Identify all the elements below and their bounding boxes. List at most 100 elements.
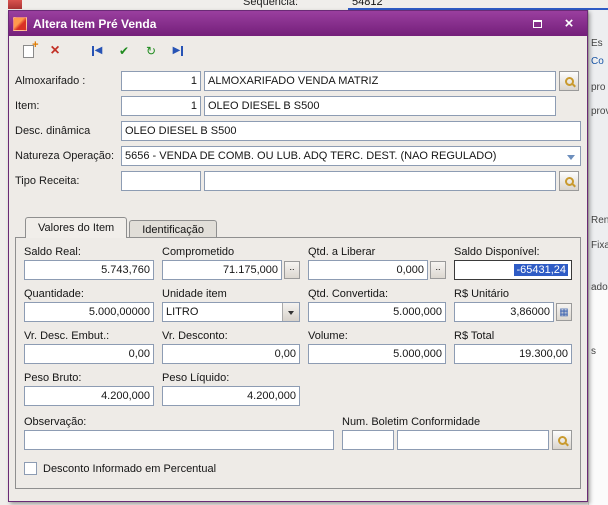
natureza-operacao-select[interactable]: 5656 - VENDA DE COMB. OU LUB. ADQ TERC. …	[121, 146, 581, 166]
desconto-percentual-checkbox[interactable]	[24, 462, 37, 475]
maximize-button[interactable]	[523, 14, 551, 33]
toolbar: + × ◀ ✔ ↻ ▶	[9, 36, 587, 66]
magnifier-icon	[565, 77, 574, 86]
vr-desc-embut-field: Vr. Desc. Embut.: 0,00	[24, 330, 154, 364]
close-button[interactable]: ×	[555, 14, 583, 33]
comprometido-detail-button[interactable]: ..	[284, 261, 300, 279]
last-record-icon: ▶	[173, 46, 184, 56]
rs-total-input[interactable]: 19.300,00	[454, 344, 572, 364]
vr-desc-embut-input[interactable]: 0,00	[24, 344, 154, 364]
background-text-fragment: pro	[591, 82, 605, 93]
observacao-input[interactable]	[24, 430, 334, 450]
desc-dinamica-input[interactable]: OLEO DIESEL B S500	[121, 121, 581, 141]
rs-total-field: R$ Total 19.300,00	[454, 330, 572, 364]
peso-bruto-label: Peso Bruto:	[24, 372, 154, 384]
observacao-field: Observação:	[24, 416, 334, 450]
peso-bruto-input[interactable]: 4.200,000	[24, 386, 154, 406]
vr-desc-embut-label: Vr. Desc. Embut.:	[24, 330, 154, 342]
quantidade-field: Quantidade: 5.000,00000	[24, 288, 154, 322]
values-grid: Saldo Real: 5.743,760 Comprometido 71.17…	[24, 246, 572, 406]
new-record-icon: +	[23, 45, 34, 58]
comprometido-input[interactable]: 71.175,000	[162, 260, 282, 280]
altera-item-pre-venda-dialog: Altera Item Pré Venda × + × ◀ ✔ ↻ ▶	[8, 10, 588, 502]
qtd-convertida-input[interactable]: 5.000,000	[308, 302, 446, 322]
unidade-item-label: Unidade item	[162, 288, 300, 300]
tipo-receita-code-input[interactable]	[121, 171, 201, 191]
tipo-receita-lookup-button[interactable]	[559, 171, 579, 191]
tipo-receita-row: Tipo Receita:	[15, 171, 581, 191]
item-name-input[interactable]: OLEO DIESEL B S500	[204, 96, 556, 116]
num-boletim-code-input[interactable]	[342, 430, 394, 450]
natureza-operacao-value: 5656 - VENDA DE COMB. OU LUB. ADQ TERC. …	[125, 150, 496, 162]
qtd-convertida-field: Qtd. Convertida: 5.000,000	[308, 288, 446, 322]
peso-liquido-label: Peso Líquido:	[162, 372, 300, 384]
saldo-disponivel-label: Saldo Disponível:	[454, 246, 572, 258]
unidade-item-value: LITRO	[163, 303, 282, 321]
background-window-right: Es Co pro prov Rent Fixa ados s	[588, 10, 608, 505]
qtd-a-liberar-detail-button[interactable]: ..	[430, 261, 446, 279]
confirm-button[interactable]: ✔	[113, 40, 135, 62]
tab-label: Identificação	[142, 224, 204, 236]
natureza-operacao-label: Natureza Operação:	[15, 150, 121, 162]
rs-unitario-input[interactable]: 3,86000	[454, 302, 554, 322]
saldo-real-label: Saldo Real:	[24, 246, 154, 258]
background-app-icon	[8, 0, 22, 9]
dialog-title: Altera Item Pré Venda	[33, 17, 519, 31]
tab-identificacao[interactable]: Identificação	[129, 220, 217, 238]
almoxarifado-code-input[interactable]: 1	[121, 71, 201, 91]
rs-unitario-field: R$ Unitário 3,86000 ▦	[454, 288, 572, 322]
rs-unitario-label: R$ Unitário	[454, 288, 572, 300]
almoxarifado-label: Almoxarifado :	[15, 75, 121, 87]
vr-desconto-input[interactable]: 0,00	[162, 344, 300, 364]
insert-record-button[interactable]: +	[17, 40, 39, 62]
background-text-fragment: Es	[591, 38, 603, 49]
last-record-button[interactable]: ▶	[167, 40, 189, 62]
refresh-button[interactable]: ↻	[140, 40, 162, 62]
background-text-fragment: Rent	[591, 215, 608, 226]
saldo-disponivel-field: Saldo Disponível: -65431,24	[454, 246, 572, 280]
desc-dinamica-row: Desc. dinâmica OLEO DIESEL B S500	[15, 121, 581, 141]
delete-record-button[interactable]: ×	[44, 40, 66, 62]
tab-valores-do-item[interactable]: Valores do Item	[25, 217, 127, 238]
dropdown-arrow-icon[interactable]	[282, 303, 299, 321]
saldo-real-field: Saldo Real: 5.743,760	[24, 246, 154, 280]
unidade-item-select[interactable]: LITRO	[162, 302, 300, 322]
almoxarifado-lookup-button[interactable]	[559, 71, 579, 91]
background-panel	[589, 290, 608, 505]
background-text-fragment: s	[591, 346, 596, 357]
quantidade-input[interactable]: 5.000,00000	[24, 302, 154, 322]
qtd-a-liberar-field: Qtd. a Liberar 0,000 ..	[308, 246, 446, 280]
volume-label: Volume:	[308, 330, 446, 342]
volume-input[interactable]: 5.000,000	[308, 344, 446, 364]
almoxarifado-row: Almoxarifado : 1 ALMOXARIFADO VENDA MATR…	[15, 71, 581, 91]
dialog-app-icon	[13, 17, 27, 31]
maximize-icon	[533, 20, 542, 28]
selected-text: -65431,24	[514, 264, 568, 276]
almoxarifado-name-input[interactable]: ALMOXARIFADO VENDA MATRIZ	[204, 71, 556, 91]
num-boletim-lookup-button[interactable]	[552, 430, 572, 450]
desconto-percentual-label: Desconto Informado em Percentual	[43, 463, 216, 475]
item-code-input[interactable]: 1	[121, 96, 201, 116]
rs-unitario-lookup-button[interactable]: ▦	[556, 303, 572, 321]
saldo-real-input[interactable]: 5.743,760	[24, 260, 154, 280]
desconto-percentual-row: Desconto Informado em Percentual	[24, 462, 572, 475]
num-boletim-label: Num. Boletim Conformidade	[342, 416, 572, 428]
rs-total-label: R$ Total	[454, 330, 572, 342]
first-record-button[interactable]: ◀	[86, 40, 108, 62]
qtd-a-liberar-label: Qtd. a Liberar	[308, 246, 446, 258]
item-label: Item:	[15, 100, 121, 112]
natureza-operacao-row: Natureza Operação: 5656 - VENDA DE COMB.…	[15, 146, 581, 166]
titlebar[interactable]: Altera Item Pré Venda ×	[9, 11, 587, 36]
close-icon: ×	[565, 16, 574, 31]
saldo-disponivel-input[interactable]: -65431,24	[454, 260, 572, 280]
delete-icon: ×	[50, 43, 59, 59]
first-record-icon: ◀	[92, 46, 103, 56]
magnifier-icon	[565, 177, 574, 186]
tipo-receita-name-input[interactable]	[204, 171, 556, 191]
desc-dinamica-label: Desc. dinâmica	[15, 125, 121, 137]
qtd-a-liberar-input[interactable]: 0,000	[308, 260, 428, 280]
sequencia-label: Sequência:	[243, 0, 298, 8]
background-text-fragment: Fixa	[591, 240, 608, 251]
peso-liquido-input[interactable]: 4.200,000	[162, 386, 300, 406]
num-boletim-input[interactable]	[397, 430, 549, 450]
